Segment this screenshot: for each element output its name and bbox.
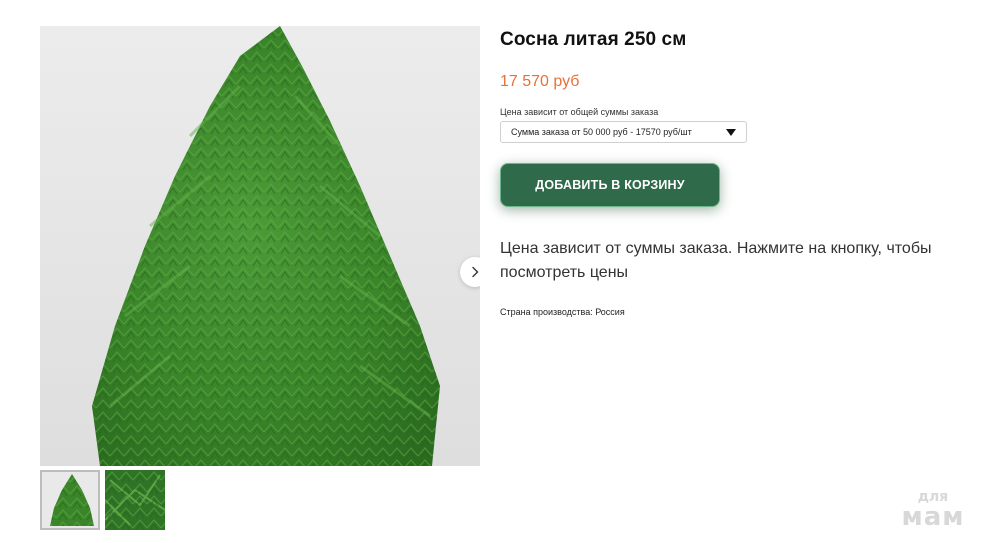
product-title: Сосна литая 250 см bbox=[500, 29, 687, 50]
price-tier-label: Цена зависит от общей суммы заказа bbox=[500, 107, 659, 117]
price-note: Цена зависит от суммы заказа. Нажмите на… bbox=[500, 240, 932, 281]
chevron-right-icon bbox=[472, 266, 479, 278]
price-tier-selected-value: Сумма заказа от 50 000 руб - 17570 руб/ш… bbox=[511, 127, 692, 137]
thumbnail-strip bbox=[40, 470, 165, 530]
watermark-line2: мам bbox=[901, 502, 965, 532]
price-tier-select[interactable]: Сумма заказа от 50 000 руб - 17570 руб/ш… bbox=[500, 121, 747, 143]
country-of-origin: Страна производства: Россия bbox=[500, 307, 625, 317]
add-to-cart-button[interactable]: ДОБАВИТЬ В КОРЗИНУ bbox=[500, 163, 720, 207]
dropdown-arrow-icon bbox=[726, 128, 736, 136]
product-price: 17 570 руб bbox=[500, 73, 580, 90]
thumbnail-full-tree[interactable] bbox=[40, 470, 100, 530]
product-main-image[interactable] bbox=[40, 26, 480, 466]
pine-tree-image bbox=[40, 26, 480, 466]
site-watermark-logo: для мам bbox=[893, 490, 973, 530]
thumbnail-branch-closeup[interactable] bbox=[105, 470, 165, 530]
product-info: Сосна литая 250 см 17 570 руб Цена завис… bbox=[500, 28, 960, 317]
